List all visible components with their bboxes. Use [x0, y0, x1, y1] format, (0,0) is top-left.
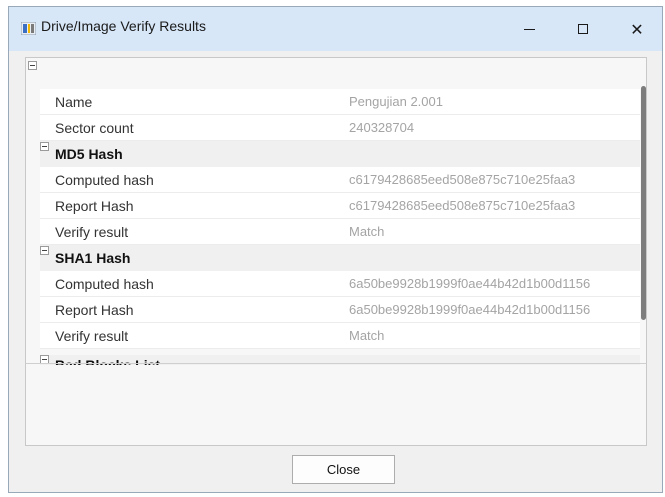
scrollbar-thumb[interactable]: [641, 86, 646, 320]
property-row-sha1-report[interactable]: Report Hash 6a50be9928b1999f0ae44b42d1b0…: [40, 297, 640, 323]
window-title: Drive/Image Verify Results: [41, 18, 206, 34]
category-title: SHA1 Hash: [55, 250, 131, 266]
close-window-button[interactable]: ✕: [610, 7, 664, 51]
property-value: Match: [349, 328, 385, 343]
category-md5-hash[interactable]: MD5 Hash: [40, 141, 640, 167]
category-title: MD5 Hash: [55, 146, 123, 162]
category-sha1-hash[interactable]: SHA1 Hash: [40, 245, 640, 271]
close-button[interactable]: Close: [292, 455, 395, 484]
property-value: 6a50be9928b1999f0ae44b42d1b00d1156: [349, 276, 591, 291]
app-icon: [21, 22, 36, 35]
property-value: c6179428685eed508e875c710e25faa3: [349, 198, 576, 213]
close-icon: ✕: [630, 19, 644, 39]
property-label: Computed hash: [55, 172, 154, 188]
property-value: Match: [349, 224, 385, 239]
property-value: 240328704: [349, 120, 415, 135]
property-label: Name: [55, 94, 93, 110]
property-label: Sector count: [55, 120, 134, 136]
property-value: Pengujian 2.001: [349, 94, 443, 109]
property-grid[interactable]: Name Pengujian 2.001 Sector count 240328…: [40, 89, 640, 355]
property-row-md5-report[interactable]: Report Hash c6179428685eed508e875c710e25…: [40, 193, 640, 219]
property-label: Computed hash: [55, 276, 154, 292]
property-row-sha1-verify[interactable]: Verify result Match: [40, 323, 640, 349]
maximize-button[interactable]: [556, 7, 610, 51]
vertical-scrollbar[interactable]: [640, 69, 647, 362]
property-label: Report Hash: [55, 302, 134, 318]
property-label: Verify result: [55, 224, 129, 240]
property-row-md5-computed[interactable]: Computed hash c6179428685eed508e875c710e…: [40, 167, 640, 193]
property-label: Verify result: [55, 328, 129, 344]
property-row-sha1-computed[interactable]: Computed hash 6a50be9928b1999f0ae44b42d1…: [40, 271, 640, 297]
property-row-md5-verify[interactable]: Verify result Match: [40, 219, 640, 245]
collapse-all-icon[interactable]: [28, 61, 37, 70]
panel-divider: [26, 363, 646, 364]
collapse-icon[interactable]: [40, 246, 49, 255]
minimize-button[interactable]: [502, 7, 556, 51]
collapse-icon[interactable]: [40, 142, 49, 151]
minimize-icon: [523, 28, 535, 30]
property-label: Report Hash: [55, 198, 134, 214]
verify-results-window: Drive/Image Verify Results ✕ Name Penguj…: [8, 6, 663, 493]
property-value: 6a50be9928b1999f0ae44b42d1b00d1156: [349, 302, 591, 317]
property-row-name[interactable]: Name Pengujian 2.001: [40, 89, 640, 115]
maximize-icon: [578, 24, 588, 34]
results-panel: Name Pengujian 2.001 Sector count 240328…: [25, 57, 647, 446]
title-bar[interactable]: Drive/Image Verify Results ✕: [9, 7, 662, 51]
property-row-sector-count[interactable]: Sector count 240328704: [40, 115, 640, 141]
property-value: c6179428685eed508e875c710e25faa3: [349, 172, 576, 187]
